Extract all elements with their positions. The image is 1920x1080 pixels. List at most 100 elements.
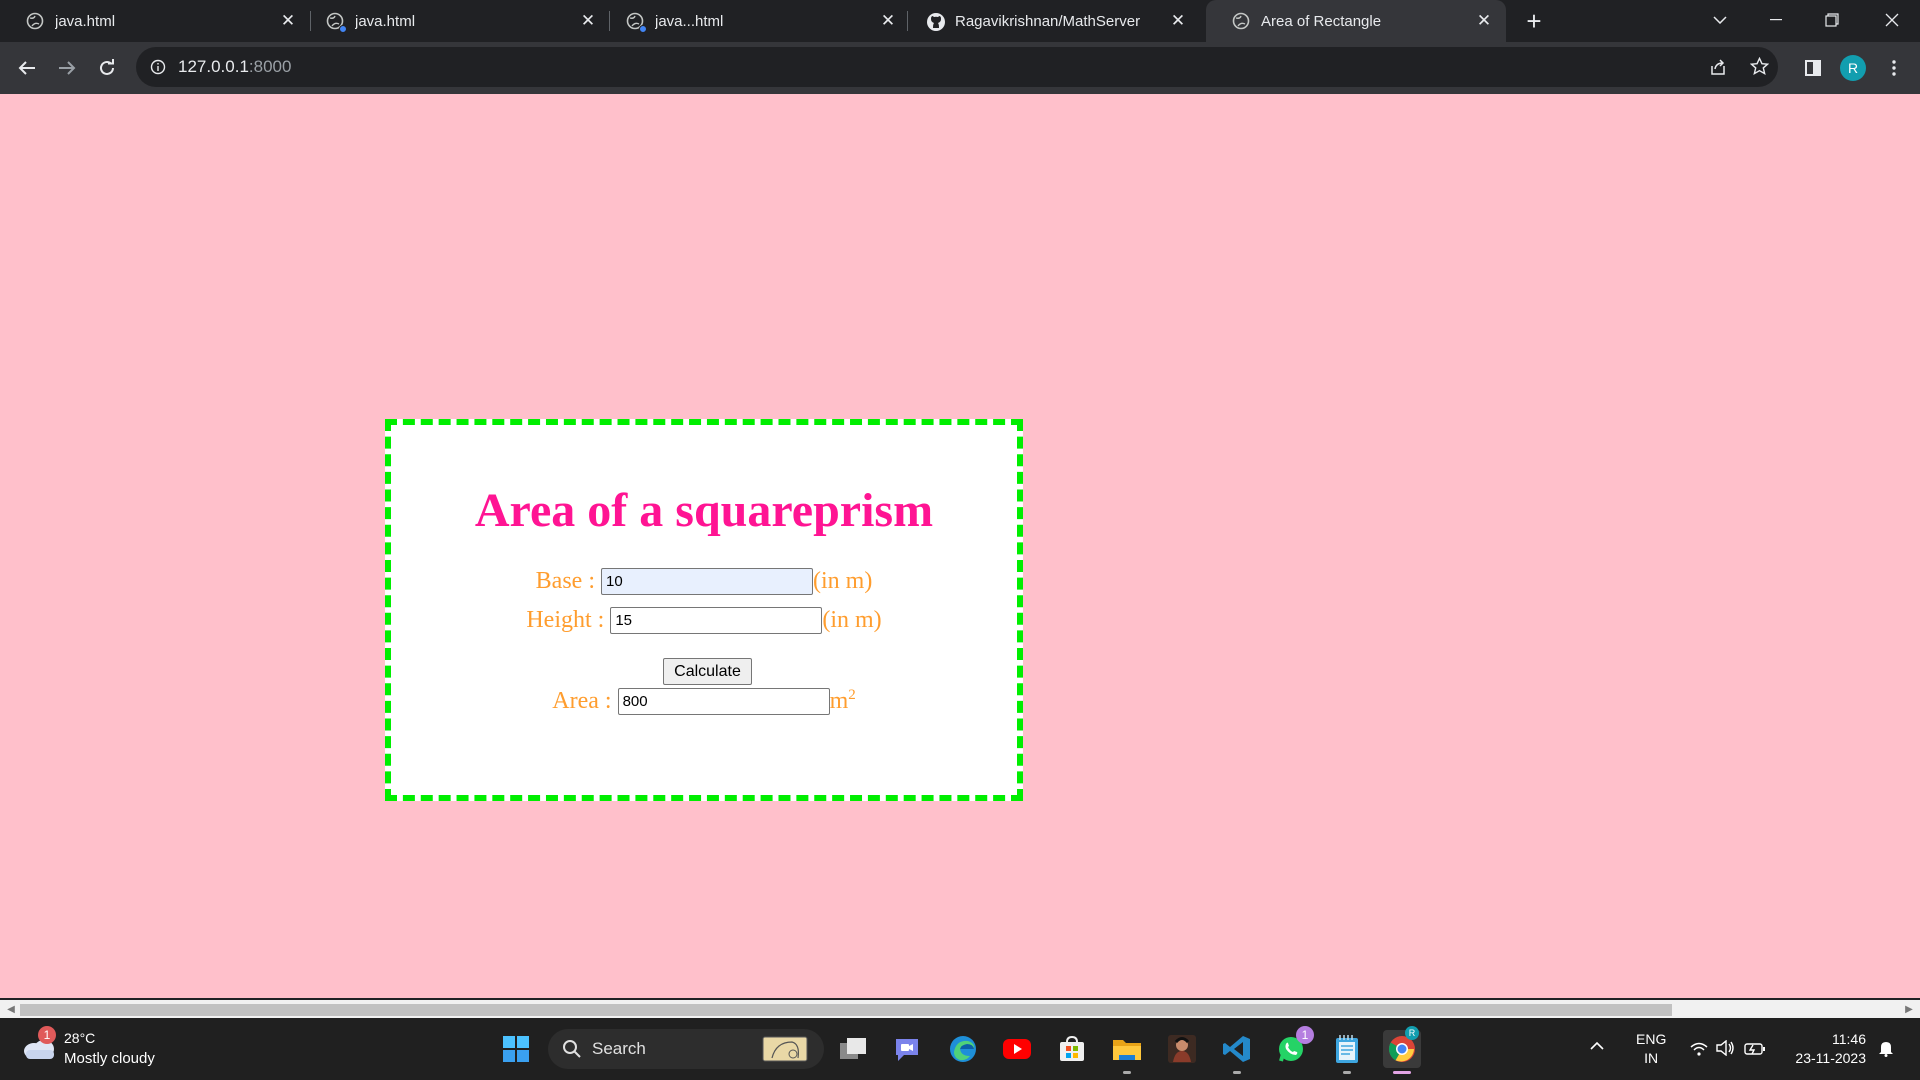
globe-icon bbox=[26, 12, 44, 30]
close-tab-icon[interactable]: ✕ bbox=[878, 11, 898, 31]
globe-icon bbox=[326, 12, 347, 33]
tab-strip: java.html ✕ java.html ✕ java...html ✕ Ra… bbox=[0, 0, 1920, 42]
windows-logo-icon bbox=[503, 1036, 529, 1062]
youtube-icon bbox=[1003, 1039, 1031, 1059]
side-panel-button[interactable] bbox=[1797, 52, 1829, 84]
whatsapp-button[interactable]: 1 bbox=[1272, 1026, 1314, 1068]
back-button[interactable] bbox=[11, 52, 43, 84]
globe-icon bbox=[626, 12, 647, 33]
profile-avatar[interactable]: R bbox=[1840, 55, 1866, 81]
reload-button[interactable] bbox=[91, 52, 123, 84]
height-row: Height : (in m) bbox=[391, 607, 1017, 634]
vscode-button[interactable] bbox=[1218, 1030, 1256, 1074]
close-tab-icon[interactable]: ✕ bbox=[1168, 11, 1188, 31]
notification-dot-icon bbox=[639, 25, 647, 33]
tab-area-of-rectangle[interactable]: Area of Rectangle ✕ bbox=[1206, 0, 1506, 42]
vscode-icon bbox=[1223, 1036, 1250, 1062]
globe-icon bbox=[1232, 12, 1250, 30]
menu-button[interactable] bbox=[1878, 52, 1910, 84]
tab-title: Area of Rectangle bbox=[1261, 12, 1382, 30]
tab-java-html-3[interactable]: java...html ✕ bbox=[600, 0, 910, 42]
calculate-button[interactable]: Calculate bbox=[663, 658, 752, 685]
start-button[interactable] bbox=[497, 1030, 535, 1068]
height-label: Height : bbox=[526, 607, 605, 633]
horizontal-scrollbar[interactable]: ◀ ▶ bbox=[0, 1000, 1920, 1018]
close-tab-icon[interactable]: ✕ bbox=[1474, 11, 1494, 31]
close-tab-icon[interactable]: ✕ bbox=[578, 11, 598, 31]
edge-button[interactable] bbox=[944, 1030, 982, 1068]
calculator-card: Area of a squareprism Base : (in m) Heig… bbox=[385, 419, 1023, 801]
wifi-icon bbox=[1690, 1042, 1708, 1056]
teams-chat-button[interactable] bbox=[888, 1030, 926, 1068]
area-unit: m2 bbox=[830, 687, 856, 715]
show-hidden-icons[interactable] bbox=[1590, 1038, 1604, 1054]
chrome-button[interactable]: R bbox=[1383, 1026, 1421, 1074]
edge-icon bbox=[950, 1036, 976, 1062]
weather-temperature: 28°C bbox=[64, 1030, 96, 1046]
url-text: 127.0.0.1:8000 bbox=[178, 47, 291, 87]
folder-icon bbox=[1113, 1040, 1141, 1060]
area-unit-base: m bbox=[829, 688, 849, 714]
scrollbar-thumb[interactable] bbox=[20, 1004, 1672, 1016]
url-port: :8000 bbox=[248, 57, 292, 76]
game-app-icon bbox=[1168, 1035, 1196, 1063]
youtube-button[interactable] bbox=[998, 1030, 1036, 1068]
minimize-icon bbox=[1770, 19, 1782, 21]
forward-button[interactable] bbox=[51, 52, 83, 84]
tab-title: Ragavikrishnan/MathServer bbox=[955, 12, 1141, 30]
scroll-right-icon[interactable]: ▶ bbox=[1902, 1003, 1916, 1017]
tab-java-html-1[interactable]: java.html ✕ bbox=[0, 0, 310, 42]
tab-mathserver[interactable]: Ragavikrishnan/MathServer ✕ bbox=[900, 0, 1200, 42]
chevron-down-icon bbox=[1713, 16, 1727, 24]
arrow-right-icon bbox=[59, 61, 76, 75]
notepad-button[interactable] bbox=[1328, 1030, 1366, 1074]
weather-widget[interactable]: 1 28°C Mostly cloudy bbox=[20, 1026, 170, 1072]
tab-title: java.html bbox=[355, 12, 416, 30]
chevron-up-icon bbox=[1590, 1041, 1604, 1050]
bell-icon bbox=[1879, 1042, 1893, 1057]
new-tab-button[interactable]: + bbox=[1520, 8, 1548, 36]
address-bar[interactable]: 127.0.0.1:8000 bbox=[136, 47, 1778, 87]
scroll-left-icon[interactable]: ◀ bbox=[4, 1003, 18, 1017]
url-host: 127.0.0.1 bbox=[178, 57, 249, 76]
area-label: Area : bbox=[552, 687, 612, 714]
bookmark-star-icon[interactable] bbox=[1749, 56, 1770, 81]
close-window-button[interactable] bbox=[1864, 0, 1920, 40]
network-volume-battery[interactable] bbox=[1690, 1039, 1766, 1059]
share-icon[interactable] bbox=[1709, 58, 1727, 81]
area-unit-exponent: 2 bbox=[848, 687, 856, 703]
browser-toolbar: 127.0.0.1:8000 R bbox=[0, 42, 1920, 94]
area-output[interactable] bbox=[617, 687, 830, 715]
search-label: Search bbox=[592, 1039, 646, 1058]
chat-icon bbox=[896, 1039, 918, 1061]
notifications-button[interactable] bbox=[1878, 1039, 1894, 1060]
chrome-profile-badge: R bbox=[1405, 1026, 1419, 1040]
tab-java-html-2[interactable]: java.html ✕ bbox=[300, 0, 610, 42]
clock-time: 11:46 bbox=[1832, 1031, 1866, 1047]
clock[interactable]: 11:46 23-11-2023 bbox=[1778, 1030, 1866, 1068]
volume-icon bbox=[1716, 1039, 1734, 1057]
microsoft-store-button[interactable] bbox=[1053, 1030, 1091, 1068]
height-unit: (in m) bbox=[822, 607, 882, 633]
side-panel-icon bbox=[1805, 60, 1821, 76]
area-row: Area : m2 bbox=[391, 687, 1017, 715]
game-app-button[interactable] bbox=[1163, 1030, 1201, 1068]
task-view-button[interactable] bbox=[834, 1030, 872, 1068]
task-view-icon bbox=[840, 1038, 866, 1059]
info-icon[interactable] bbox=[150, 59, 166, 80]
whatsapp-badge: 1 bbox=[1296, 1026, 1314, 1044]
base-input[interactable] bbox=[601, 568, 813, 595]
close-tab-icon[interactable]: ✕ bbox=[278, 11, 298, 31]
minimize-button[interactable] bbox=[1748, 0, 1804, 40]
taskbar-search-box[interactable]: Search bbox=[548, 1029, 824, 1069]
file-explorer-button[interactable] bbox=[1108, 1030, 1146, 1074]
search-icon bbox=[562, 1039, 582, 1064]
restore-button[interactable] bbox=[1804, 0, 1860, 40]
github-icon bbox=[926, 12, 945, 31]
weather-condition: Mostly cloudy bbox=[64, 1050, 155, 1067]
tab-search-button[interactable] bbox=[1692, 0, 1748, 40]
base-unit: (in m) bbox=[813, 568, 873, 594]
base-label: Base : bbox=[535, 568, 595, 594]
height-input[interactable] bbox=[610, 607, 823, 634]
language-indicator[interactable]: ENG IN bbox=[1636, 1030, 1666, 1068]
